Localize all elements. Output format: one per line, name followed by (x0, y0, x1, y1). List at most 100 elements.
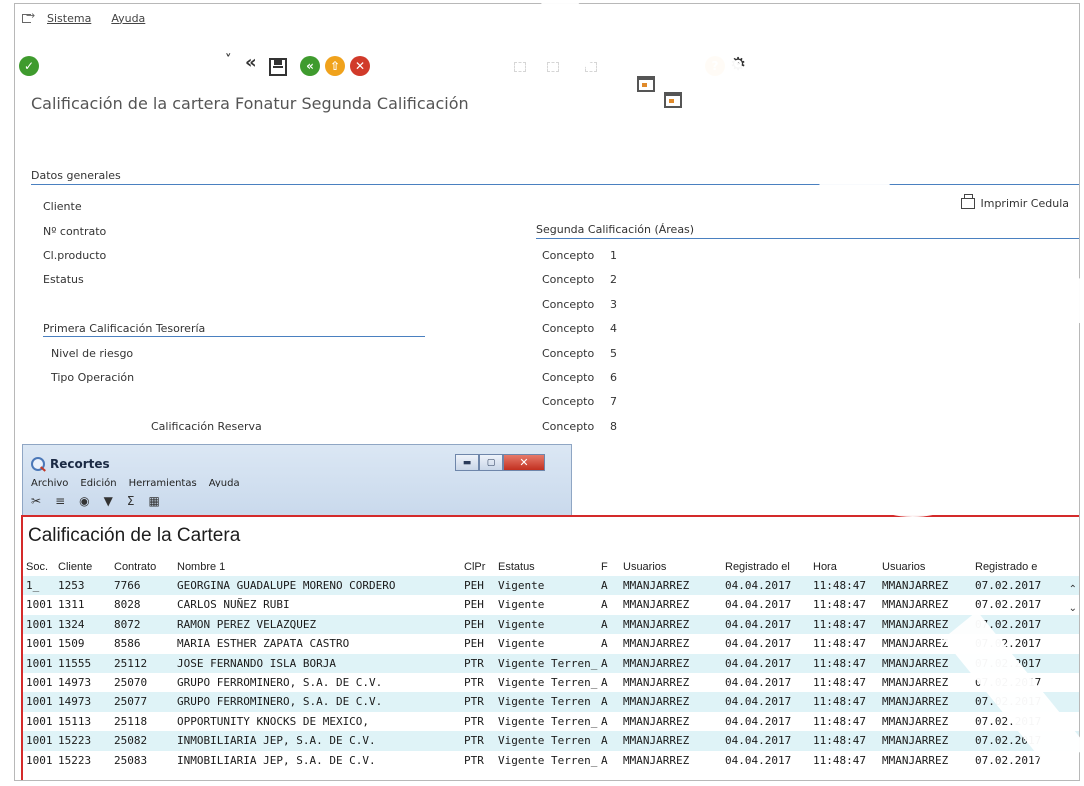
window-controls: ▬ ▢ ✕ (455, 454, 545, 471)
command-field-dropdown-icon[interactable]: ˅ (225, 53, 232, 68)
table-row[interactable]: 1001 14973 25070 GRUPO FERROMINERO, S.A. DE… (23, 672, 1079, 693)
back-icon[interactable]: « (300, 56, 320, 76)
table-cell: 11:48:47 (813, 637, 866, 651)
concept-label: Concepto (542, 298, 595, 311)
table-row[interactable]: 1001 1324 8072 RAMON PEREZ VELAZQUEZ PEH Vige… (23, 614, 1079, 635)
concept-label: Concepto (542, 371, 595, 384)
exit-icon[interactable] (21, 9, 35, 24)
table-cell: 1001 (26, 695, 53, 709)
close-icon[interactable]: ✕ (503, 454, 545, 471)
print-cedula-button[interactable]: Imprimir Cedula (961, 194, 1069, 210)
concept-number: 1 (610, 249, 617, 262)
table-row[interactable]: 1001 15113 25118 OPPORTUNITY KNOCKS DE MEXI… (23, 711, 1079, 732)
table-cell: GEORGINA GUADALUPE MORENO CORDERO (177, 579, 396, 592)
table-cell: A (601, 637, 608, 651)
first-rating-header: Primera Calificación Tesorería (43, 322, 206, 335)
table-cell: 11555 (58, 656, 92, 670)
help-icon[interactable]: ? (705, 56, 725, 76)
table-cell: A (601, 734, 608, 748)
double-back-icon[interactable]: « (245, 52, 257, 73)
field-riesgo-label: Nivel de riesgo (51, 347, 134, 360)
concept-number: 7 (610, 395, 617, 408)
captured-report: Calificación de la Cartera Soc. Cliente Co… (21, 515, 1079, 780)
report-rows: 1_ 1253 7766 GEORGINA GUADALUPE MORENO CORD… (23, 576, 1079, 770)
table-cell: 8028 (114, 598, 141, 612)
table-cell: Vigente Terren (498, 734, 591, 748)
table-cell: MMANJARREZ (882, 598, 949, 612)
shortcut-icon[interactable] (664, 92, 682, 108)
table-cell: 07.02.2017 (975, 714, 1042, 728)
snip-menu-herramientas[interactable]: Herramientas (129, 478, 197, 487)
field-tipo-operacion-label: Tipo Operación (51, 371, 135, 384)
table-cell: 1001 (26, 637, 53, 651)
snip-menu-edicion[interactable]: Edición (80, 478, 116, 487)
table-cell: 8586 (114, 637, 141, 651)
snipping-tool-icon (31, 457, 45, 471)
snipping-toolbar: ✂ ≡ ◉ ▼ Σ ▦ (31, 494, 160, 508)
column-header[interactable]: Registrado e (975, 561, 1037, 573)
table-cell: 04.04.2017 (725, 734, 792, 748)
table-row[interactable]: 1001 14973 25077 GRUPO FERROMINERO, S.A. DE… (23, 692, 1079, 712)
table-row[interactable]: 1001 11555 25112 JOSE FERNANDO ISLA BORJA PT… (23, 653, 1079, 673)
new-snip-icon[interactable]: ✂ (31, 494, 41, 508)
table-cell: Vigente Terren_ (498, 714, 598, 728)
table-cell: 07.02.2017 (975, 734, 1042, 748)
scroll-down-icon[interactable]: ⌄ (1069, 599, 1077, 618)
table-cell: 1001 (26, 598, 53, 612)
table-cell: 11:48:47 (813, 617, 866, 631)
column-header[interactable]: Usuarios (882, 561, 925, 573)
menu-sistema[interactable]: Sistema (47, 12, 91, 25)
column-header[interactable]: F (601, 561, 608, 573)
column-header[interactable]: Usuarios (623, 561, 666, 573)
table-cell: 11:48:47 (813, 675, 866, 689)
table-row[interactable]: 1001 1509 8586 MARIA ESTHER ZAPATA CASTRO PE… (23, 634, 1079, 654)
column-header[interactable]: Contrato (114, 561, 156, 573)
table-cell: 15223 (58, 734, 92, 748)
table-cell: PTR (464, 734, 484, 748)
snip-menu-archivo[interactable]: Archivo (31, 478, 68, 487)
table-row[interactable]: 1001 1311 8028 CARLOS NUÑEZ RUBI PEH Vigente A… (23, 595, 1079, 615)
table-cell: 07.02.2017 (975, 656, 1042, 670)
table-cell: A (601, 598, 608, 612)
sum-icon[interactable]: Σ (127, 494, 135, 508)
maximize-icon[interactable]: ▢ (479, 454, 503, 471)
column-header[interactable]: Registrado el (725, 561, 790, 573)
export-icon[interactable]: ▦ (148, 494, 159, 508)
table-cell: MMANJARREZ (882, 753, 949, 767)
column-header[interactable]: Estatus (498, 561, 535, 573)
table-cell: 25083 (114, 753, 148, 767)
settings-gear-icon[interactable]: ⚙ (730, 54, 746, 75)
table-row[interactable]: 1001 15223 25083 INMOBILIARIA JEP, S.A. DE … (23, 750, 1079, 770)
table-cell: A (601, 675, 608, 689)
save-icon[interactable] (269, 58, 287, 76)
table-cell: OPPORTUNITY KNOCKS DE MEXICO, (177, 714, 370, 728)
menu-ayuda[interactable]: Ayuda (111, 12, 145, 25)
new-session-icon[interactable] (637, 76, 655, 92)
column-header[interactable]: Cliente (58, 561, 92, 573)
scroll-up-icon[interactable]: ⌃ (1069, 580, 1077, 599)
column-header[interactable]: Nombre 1 (177, 561, 225, 573)
exit-icon[interactable]: ⇧ (325, 56, 345, 76)
table-cell: A (601, 579, 608, 592)
column-header[interactable]: ClPr (464, 561, 485, 573)
table-cell: MMANJARREZ (623, 598, 690, 612)
filter-icon[interactable]: ▼ (104, 494, 113, 508)
enter-check-icon[interactable]: ✓ (19, 56, 39, 76)
table-cell: MMANJARREZ (623, 753, 690, 767)
column-header[interactable]: Soc. (26, 561, 48, 573)
table-cell: 07.02.2017 (975, 675, 1042, 689)
table-cell: MMANJARREZ (623, 637, 690, 651)
table-row[interactable]: 1001 15223 25082 INMOBILIARIA JEP, S.A. DE … (23, 731, 1079, 751)
table-cell: 11:48:47 (813, 753, 866, 767)
cancel-icon[interactable]: ✕ (350, 56, 370, 76)
scroll-arrows[interactable]: ⌃ ⌄ (1069, 580, 1077, 618)
find-icon[interactable]: ◉ (79, 494, 89, 508)
table-cell: 04.04.2017 (725, 617, 792, 631)
table-row[interactable]: 1_ 1253 7766 GEORGINA GUADALUPE MORENO CORD… (23, 576, 1079, 596)
align-icon[interactable]: ≡ (55, 494, 65, 508)
snip-menu-ayuda[interactable]: Ayuda (209, 478, 240, 487)
table-cell: 15113 (58, 714, 92, 728)
minimize-icon[interactable]: ▬ (455, 454, 479, 471)
column-header[interactable]: Hora (813, 561, 837, 573)
concept-label: Concepto (542, 322, 595, 335)
